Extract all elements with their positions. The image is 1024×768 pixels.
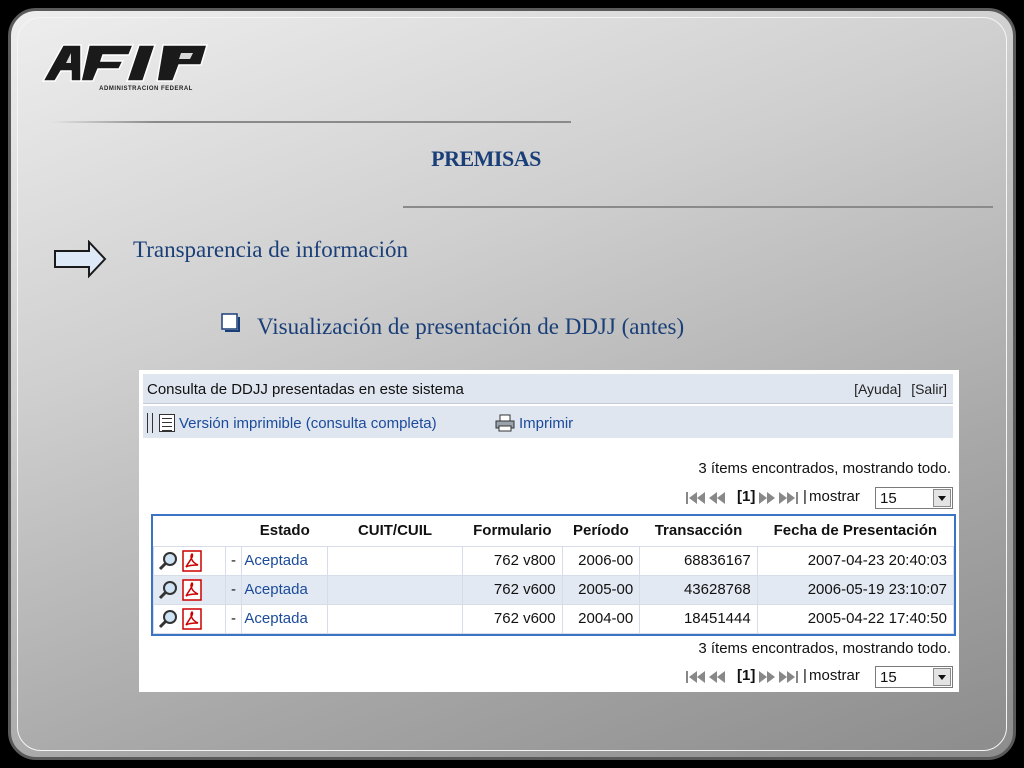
formulario-cell: 762 v800	[462, 545, 563, 576]
pager-separator: |	[803, 667, 807, 684]
periodo-cell: 2004-00	[561, 603, 641, 634]
pdf-icon[interactable]	[182, 549, 202, 572]
estado-link[interactable]: Aceptada	[241, 574, 329, 605]
row-dash: -	[224, 603, 243, 634]
col-header	[225, 516, 242, 546]
cuit-cell	[327, 545, 463, 576]
row-actions	[153, 545, 226, 576]
periodo-cell: 2005-00	[561, 574, 641, 605]
col-header-cuit[interactable]: CUIT/CUIL	[327, 516, 463, 546]
transaccion-cell: 68836167	[639, 545, 758, 576]
show-label: mostrar	[809, 488, 860, 505]
bullet-visualization: Visualización de presentación de DDJJ (a…	[257, 314, 685, 339]
panel-toolbar: Versión imprimible (consulta completa) I…	[143, 406, 953, 438]
table-row: - Aceptada 762 v600 2005-00 43628768 200…	[153, 574, 955, 605]
formulario-cell: 762 v600	[462, 603, 563, 634]
row-actions	[153, 574, 226, 605]
next-last-icon[interactable]	[757, 490, 799, 506]
current-page: [1]	[737, 488, 756, 505]
formulario-cell: 762 v600	[462, 574, 563, 605]
next-last-icon[interactable]	[757, 669, 799, 685]
col-header-transaccion[interactable]: Transacción	[639, 516, 758, 546]
ddjj-table: Estado CUIT/CUIL Formulario Período Tran…	[151, 514, 956, 636]
toolbar-grip-icon	[147, 413, 153, 433]
show-label: mostrar	[809, 667, 860, 684]
show-select[interactable]: 15	[875, 666, 953, 688]
exit-link[interactable]: [Salir]	[911, 381, 947, 397]
pdf-icon[interactable]	[182, 578, 202, 601]
current-page: [1]	[737, 667, 756, 684]
transaccion-cell: 43628768	[639, 574, 758, 605]
show-select-value: 15	[880, 490, 897, 507]
table-header-row: Estado CUIT/CUIL Formulario Período Tran…	[153, 516, 954, 546]
estado-link[interactable]: Aceptada	[241, 603, 329, 634]
show-select[interactable]: 15	[875, 487, 953, 509]
col-header	[153, 516, 226, 546]
divider-top	[51, 121, 571, 123]
periodo-cell: 2006-00	[561, 545, 641, 576]
print-link[interactable]: Imprimir	[519, 415, 573, 432]
fecha-cell: 2005-04-22 17:40:50	[756, 603, 955, 634]
logo-subtitle: ADMINISTRACION FEDERAL	[99, 86, 193, 92]
document-icon[interactable]	[159, 414, 175, 432]
row-dash: -	[224, 574, 243, 605]
ddjj-screenshot-panel: Consulta de DDJJ presentadas en este sis…	[139, 370, 959, 692]
fecha-cell: 2006-05-19 23:10:07	[756, 574, 955, 605]
square-bullet-icon	[221, 313, 241, 333]
fecha-cell: 2007-04-23 20:40:03	[756, 545, 955, 576]
afip-logo: ADMINISTRACION FEDERAL	[41, 41, 211, 101]
items-found-top: 3 ítems encontrados, mostrando todo.	[698, 460, 951, 477]
pager-separator: |	[803, 488, 807, 505]
first-prev-icon[interactable]	[685, 490, 735, 506]
row-actions	[153, 603, 226, 634]
col-header-formulario[interactable]: Formulario	[462, 516, 563, 546]
chevron-down-icon[interactable]	[933, 489, 951, 507]
magnifier-icon[interactable]	[158, 551, 178, 571]
printable-version-link[interactable]: Versión imprimible (consulta completa)	[179, 415, 437, 432]
afip-logo-icon	[41, 44, 209, 82]
slide: ADMINISTRACION FEDERAL PREMISAS Transpar…	[8, 8, 1016, 760]
show-select-value: 15	[880, 669, 897, 686]
printer-icon[interactable]	[495, 414, 515, 432]
first-prev-icon[interactable]	[685, 669, 735, 685]
cuit-cell	[327, 574, 463, 605]
row-dash: -	[224, 545, 243, 576]
items-found-bottom: 3 ítems encontrados, mostrando todo.	[698, 640, 951, 657]
estado-link[interactable]: Aceptada	[241, 545, 329, 576]
slide-title: PREMISAS	[431, 146, 541, 171]
col-header-estado[interactable]: Estado	[241, 516, 328, 546]
col-header-fecha[interactable]: Fecha de Presentación	[757, 516, 954, 546]
col-header-periodo[interactable]: Período	[562, 516, 640, 546]
table-row: - Aceptada 762 v600 2004-00 18451444 200…	[153, 603, 955, 634]
magnifier-icon[interactable]	[158, 580, 178, 600]
magnifier-icon[interactable]	[158, 609, 178, 629]
table-row: - Aceptada 762 v800 2006-00 68836167 200…	[153, 545, 955, 576]
chevron-down-icon[interactable]	[933, 668, 951, 686]
arrow-bullet-icon	[53, 240, 107, 278]
panel-header: Consulta de DDJJ presentadas en este sis…	[143, 374, 953, 404]
transaccion-cell: 18451444	[639, 603, 758, 634]
panel-title: Consulta de DDJJ presentadas en este sis…	[147, 381, 464, 398]
help-link[interactable]: [Ayuda]	[854, 381, 901, 397]
pdf-icon[interactable]	[182, 607, 202, 630]
cuit-cell	[327, 603, 463, 634]
bullet-transparency: Transparencia de información	[133, 237, 409, 262]
panel-links: [Ayuda] [Salir]	[848, 381, 947, 397]
divider-bottom	[403, 206, 993, 208]
